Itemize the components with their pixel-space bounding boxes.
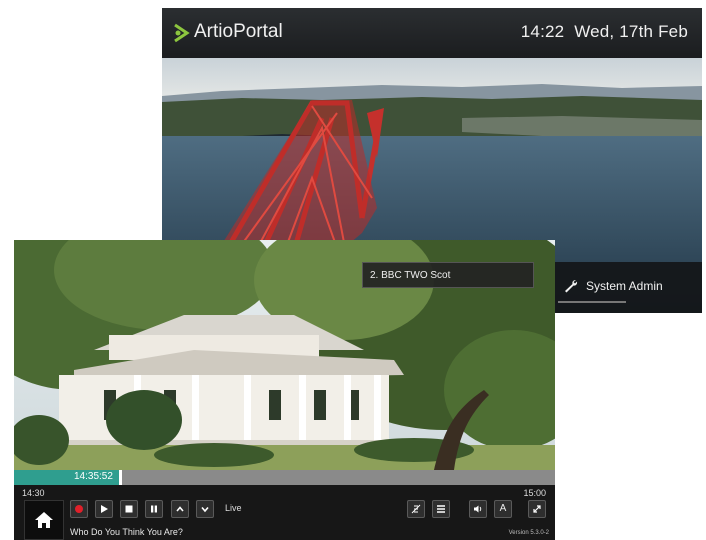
programme-end-time: 15:00 bbox=[523, 488, 546, 498]
portal-brand: ArtioPortal bbox=[194, 21, 283, 42]
tv-player-window: 2. BBC TWO Scot 14:35:52 14:30 15:00 Liv… bbox=[14, 240, 555, 540]
fullscreen-icon bbox=[533, 505, 541, 513]
portal-time: 14:22 bbox=[520, 22, 565, 41]
programme-start-time: 14:30 bbox=[22, 488, 45, 498]
current-time: 14:35:52 bbox=[74, 471, 113, 482]
channel-indicator[interactable]: 2. BBC TWO Scot bbox=[362, 262, 534, 288]
channel-down-button[interactable] bbox=[196, 500, 214, 518]
channel-up-button[interactable] bbox=[171, 500, 189, 518]
play-icon bbox=[101, 505, 108, 513]
play-button[interactable] bbox=[95, 500, 113, 518]
audio-track-button[interactable]: A bbox=[494, 500, 512, 518]
stop-button[interactable] bbox=[120, 500, 138, 518]
progress-knob[interactable] bbox=[119, 470, 123, 485]
portal-date: Wed, 17th Feb bbox=[574, 22, 688, 41]
audio-track-icon: A bbox=[499, 503, 507, 514]
record-button[interactable] bbox=[70, 500, 88, 518]
pause-button[interactable] bbox=[145, 500, 163, 518]
portal-clock: 14:22 Wed, 17th Feb bbox=[521, 22, 688, 42]
wrench-icon bbox=[565, 280, 578, 293]
home-icon bbox=[35, 512, 53, 528]
admin-underline bbox=[558, 301, 626, 303]
subtitles-off-button[interactable] bbox=[407, 500, 425, 518]
volume-button[interactable] bbox=[469, 500, 487, 518]
channel-list-button[interactable] bbox=[432, 500, 450, 518]
chevron-up-icon bbox=[176, 506, 184, 512]
player-control-bar: 14:30 15:00 Live A Who Do You Think You … bbox=[14, 485, 555, 540]
home-button[interactable] bbox=[24, 500, 64, 540]
playback-progress-bar[interactable]: 14:35:52 bbox=[14, 470, 555, 485]
subtitles-off-icon bbox=[411, 504, 421, 514]
pause-icon bbox=[151, 505, 157, 513]
system-admin-button[interactable]: System Admin bbox=[564, 279, 663, 293]
live-indicator: Live bbox=[225, 503, 242, 513]
version-label: Version 5.3.0-2 bbox=[508, 530, 549, 536]
fullscreen-button[interactable] bbox=[528, 500, 546, 518]
volume-icon bbox=[474, 505, 482, 513]
record-icon bbox=[75, 505, 83, 513]
artio-logo-icon bbox=[174, 23, 190, 43]
programme-title: Who Do You Think You Are? bbox=[70, 527, 183, 537]
stop-icon bbox=[125, 505, 133, 513]
chevron-down-icon bbox=[201, 506, 209, 513]
system-admin-label: System Admin bbox=[586, 279, 663, 293]
list-icon bbox=[437, 505, 445, 513]
portal-header: ArtioPortal 14:22 Wed, 17th Feb bbox=[162, 8, 702, 58]
